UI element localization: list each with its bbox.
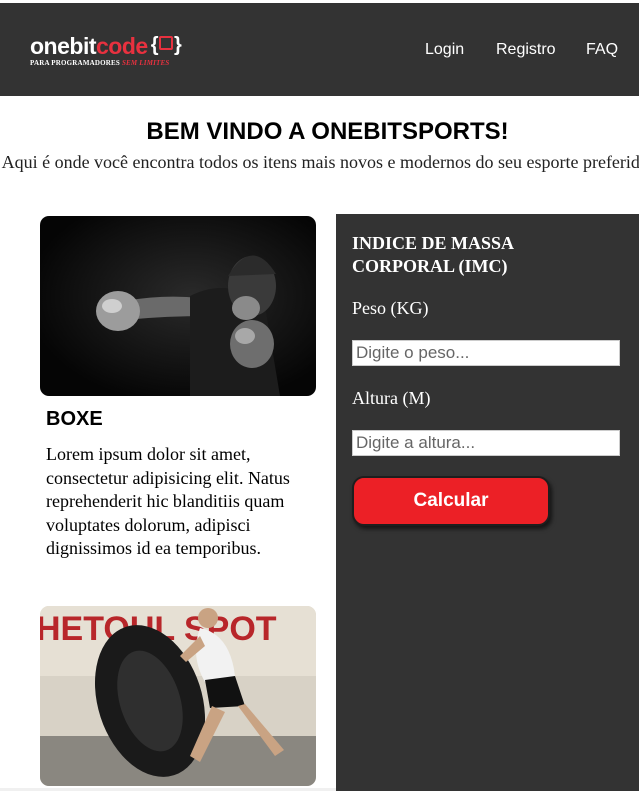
- peso-label: Peso (KG): [352, 298, 429, 318]
- tire-flip-photo: HETOUL SPOT: [40, 606, 316, 786]
- page-subtitle: Aqui é onde você encontra todos os itens…: [1, 152, 639, 172]
- nav-registro-link[interactable]: Registro: [496, 41, 556, 59]
- rock-hand-icon: {}: [151, 33, 182, 57]
- page-title: BEM VINDO A ONEBITSPORTS!: [146, 118, 509, 145]
- card-description: Lorem ipsum dolor sit amet, consectetur …: [46, 444, 290, 558]
- altura-label: Altura (M): [352, 388, 431, 408]
- brand-logo[interactable]: onebitcode{} PARA PROGRAMADORES SEM LIMI…: [30, 33, 220, 73]
- imc-panel: INDICE DE MASSA CORPORAL (IMC) Peso (KG)…: [336, 214, 639, 791]
- logo-tagline: PARA PROGRAMADORES SEM LIMITES: [30, 59, 220, 67]
- badge-close: }: [173, 34, 182, 56]
- card-boxe: BOXE Lorem ipsum dolor sit amet, consect…: [40, 216, 316, 561]
- nav-faq-link[interactable]: FAQ: [586, 41, 618, 59]
- calcular-button[interactable]: Calcular: [352, 476, 550, 526]
- tagline-main: PARA PROGRAMADORES: [30, 59, 122, 67]
- nav-login-link[interactable]: Login: [425, 41, 464, 59]
- imc-title: INDICE DE MASSA CORPORAL (IMC): [352, 233, 514, 276]
- badge-open: {: [150, 34, 159, 56]
- navbar: onebitcode{} PARA PROGRAMADORES SEM LIMI…: [0, 3, 639, 96]
- logo-wordmark: onebitcode{}: [30, 33, 220, 59]
- logo-word-white: onebit: [30, 33, 97, 59]
- card-crossfit: HETOUL SPOT: [40, 606, 316, 786]
- logo-word-red: code: [96, 33, 148, 59]
- peso-input[interactable]: [352, 340, 620, 366]
- boxing-photo: [40, 216, 316, 396]
- tagline-accent: SEM LIMITES: [121, 59, 170, 67]
- altura-input[interactable]: [352, 430, 620, 456]
- card-title: BOXE: [46, 408, 103, 430]
